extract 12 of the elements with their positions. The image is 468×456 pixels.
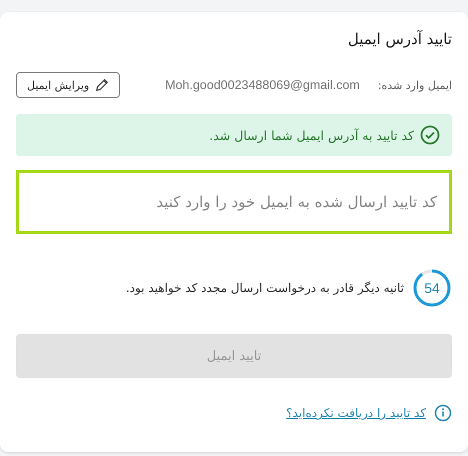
code-not-received-link[interactable]: کد تایید را دریافت نکرده‌اید؟ — [286, 406, 426, 420]
edit-email-button[interactable]: ویرایش ایمیل — [16, 72, 120, 98]
countdown-timer: 54 — [412, 268, 452, 308]
code-input-field[interactable]: کد تایید ارسال شده به ایمیل خود را وارد کنید — [16, 170, 452, 234]
email-label: ایمیل وارد شده: — [378, 78, 452, 92]
check-circle-icon — [420, 125, 440, 145]
resend-countdown-text: ثانیه دیگر قادر به درخواست ارسال مجدد کد خواهید بود. — [126, 281, 404, 295]
dialog-title: تایید آدرس ایمیل — [346, 30, 452, 48]
email-address: Moh.good0023488069@gmail.com — [165, 78, 360, 92]
info-icon — [434, 404, 452, 422]
pencil-icon — [95, 78, 110, 92]
alert-message: کد تایید به آدرس ایمیل شما ارسال شد. — [209, 128, 414, 142]
